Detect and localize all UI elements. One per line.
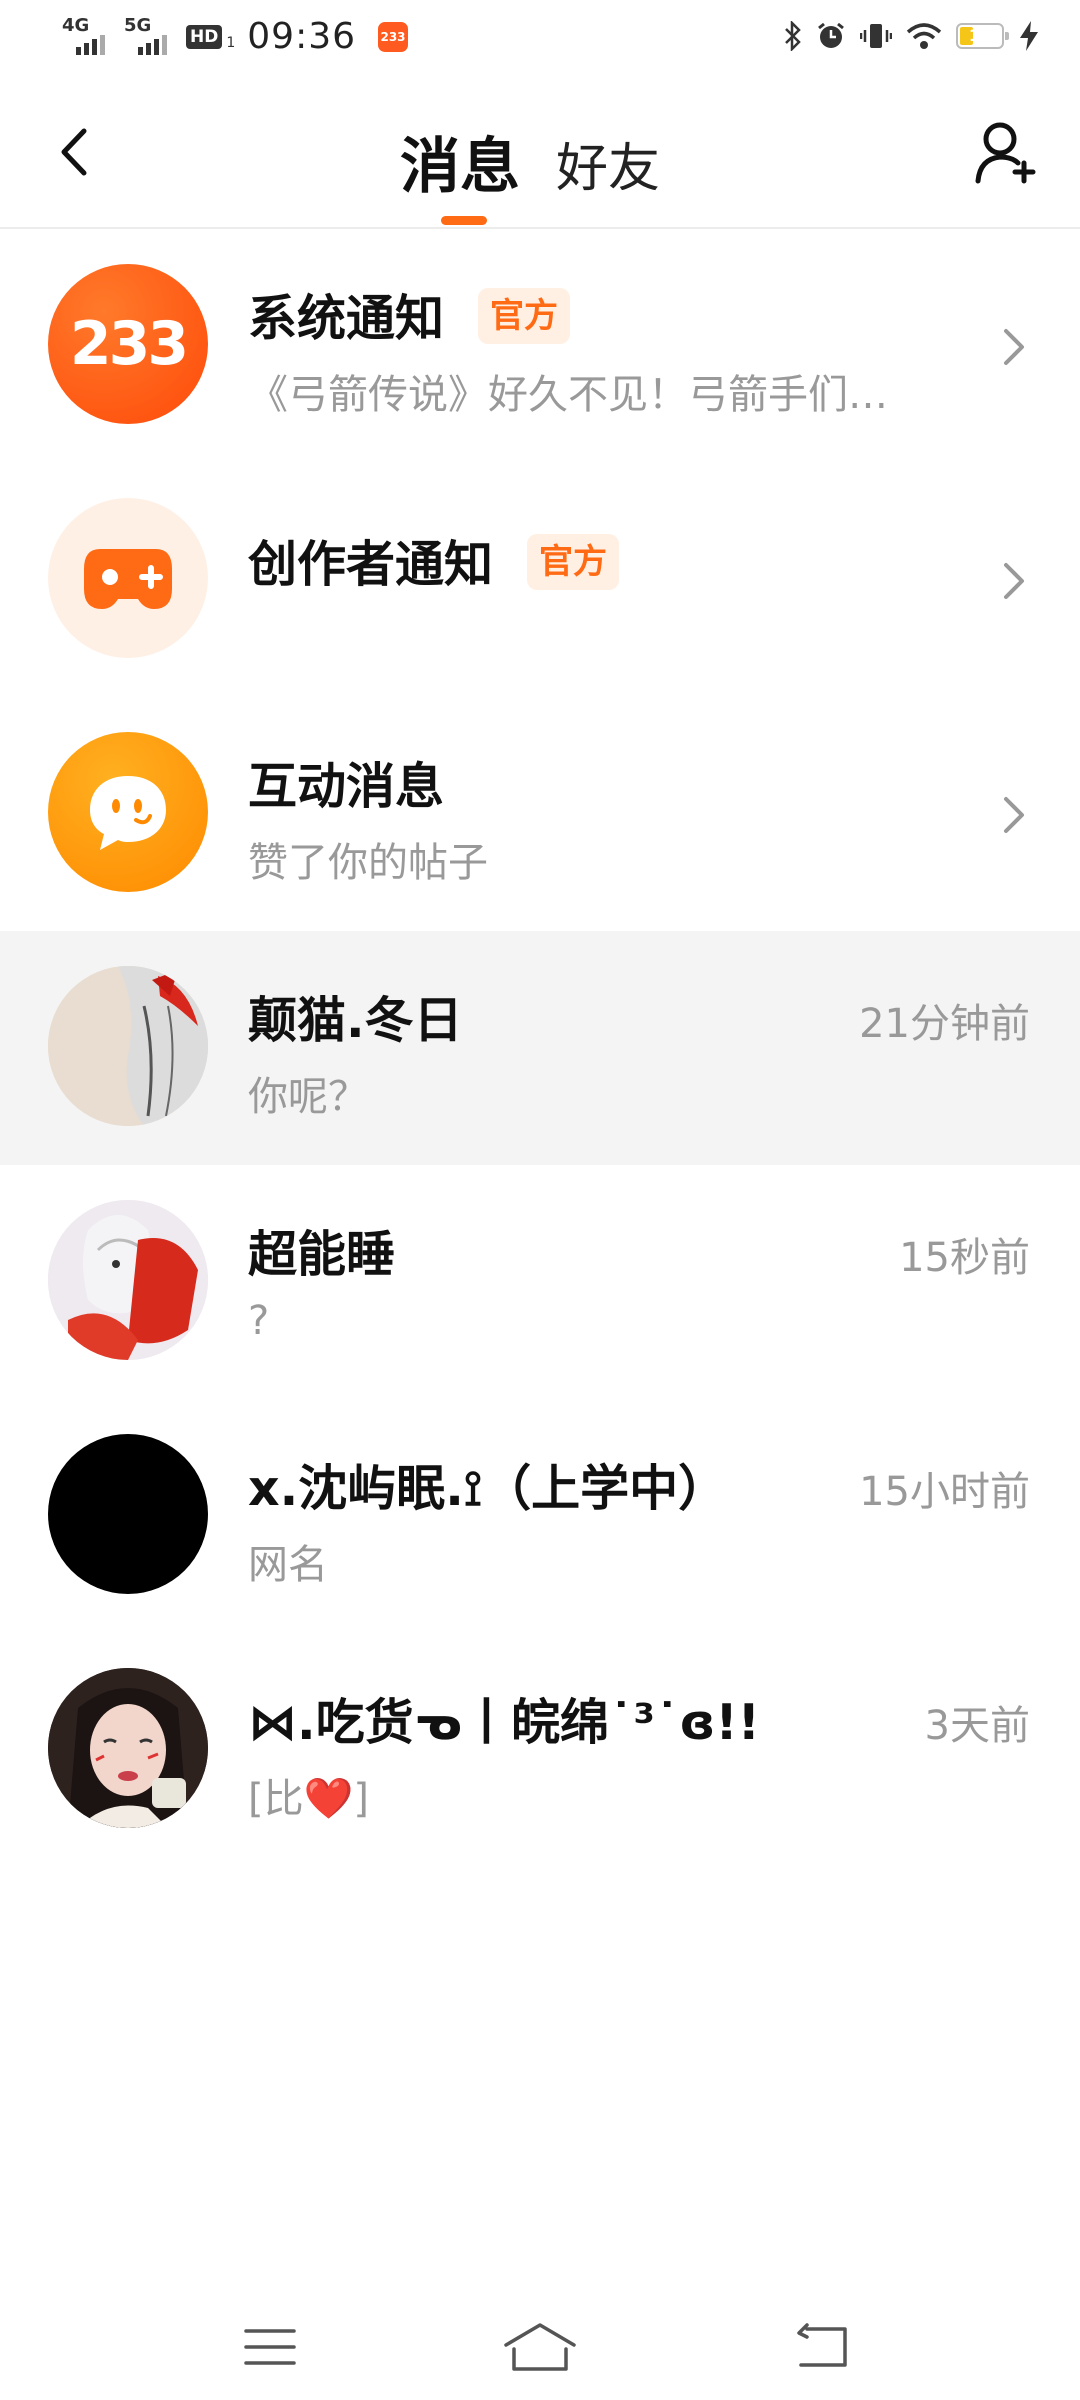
item-name: 超能睡: [248, 1226, 396, 1283]
official-badge: 官方: [478, 287, 571, 344]
tab-messages[interactable]: 消息: [400, 118, 520, 205]
item-time: 15小时前: [859, 1469, 1030, 1515]
list-item-creator-notifications[interactable]: 创作者通知 官方: [0, 463, 1080, 697]
item-name: 颠猫.冬日: [248, 992, 463, 1049]
item-time: 21分钟前: [859, 1001, 1030, 1047]
chat-item-shenyumian[interactable]: x.沈屿眠.⟟（上学中） 网名 15小时前: [0, 1399, 1080, 1633]
status-bar-left: 4G 5G HD 1 09:36 233: [62, 14, 409, 57]
battery-icon: 18: [956, 23, 1009, 49]
back-button[interactable]: [44, 122, 104, 182]
chat-item-chaonengshui[interactable]: 超能睡 ? 15秒前: [0, 1165, 1080, 1399]
item-name: x.沈屿眠.⟟（上学中）: [248, 1460, 728, 1517]
item-subtitle: 赞了你的帖子: [248, 840, 488, 886]
header: 消息 好友: [0, 84, 1080, 229]
item-name: ⋈.吃货ᓀ丨皖绵˙³˙ɞ!!: [248, 1694, 761, 1751]
clock: 09:36: [247, 16, 357, 57]
add-friend-icon: [975, 122, 1036, 184]
signal-5g-icon: 5G: [124, 14, 170, 57]
hd-voice-sub: 1: [226, 34, 236, 51]
item-subtitle: ?: [248, 1298, 270, 1344]
photo-avatar-image: [48, 1668, 208, 1828]
list-item-system-notifications[interactable]: 233 系统通知 官方 《弓箭传说》好久不见！弓箭手们…: [0, 229, 1080, 463]
item-time: 3天前: [924, 1703, 1030, 1749]
message-list: 233 系统通知 官方 《弓箭传说》好久不见！弓箭手们… 创作者通知 官方 互动消息…: [0, 229, 1080, 1867]
avatar: [48, 1668, 208, 1828]
chat-item-dianmao[interactable]: 颠猫.冬日 你呢？ 21分钟前: [0, 931, 1080, 1165]
signal-4g-icon: 4G: [62, 14, 108, 57]
bluetooth-icon: [785, 21, 801, 51]
chat-item-chihuo[interactable]: ⋈.吃货ᓀ丨皖绵˙³˙ɞ!! [比❤️] 3天前: [0, 1633, 1080, 1867]
system-navigation-bar: [0, 2290, 1080, 2400]
gamepad-icon: [84, 549, 172, 609]
avatar: [48, 966, 208, 1126]
item-subtitle: 《弓箭传说》好久不见！弓箭手们…: [248, 372, 888, 418]
wifi-icon: [906, 23, 942, 49]
item-name: 创作者通知 官方: [248, 525, 620, 596]
menu-icon: [244, 2329, 296, 2365]
nav-back-button[interactable]: [783, 2312, 863, 2382]
item-time: 15秒前: [899, 1235, 1030, 1281]
official-badge: 官方: [527, 533, 620, 590]
status-bar: 4G 5G HD 1 09:36 233 18: [0, 0, 1080, 84]
charging-icon: [1020, 21, 1038, 51]
alarm-icon: [818, 22, 844, 48]
nav-home-button[interactable]: [500, 2312, 580, 2382]
chevron-right-icon: [1004, 563, 1024, 599]
avatar: [48, 1434, 208, 1594]
chevron-right-icon: [1004, 329, 1024, 365]
vibrate-icon: [860, 24, 892, 48]
signal-5g-label: 5G: [124, 14, 152, 36]
item-name-text: 系统通知: [248, 290, 445, 347]
item-name: 互动消息: [248, 758, 445, 815]
nav-menu-button[interactable]: [230, 2312, 310, 2382]
avatar: [48, 1200, 208, 1360]
tab-friends[interactable]: 好友: [556, 126, 660, 201]
list-item-interaction-messages[interactable]: 互动消息 赞了你的帖子: [0, 697, 1080, 931]
signal-4g-label: 4G: [62, 14, 90, 36]
system-notification-avatar: 233: [48, 264, 208, 424]
add-friend-button[interactable]: [968, 114, 1044, 190]
anime-avatar-image: [48, 1200, 208, 1360]
back-arrow-icon: [61, 128, 87, 176]
battery-level: 18: [968, 26, 992, 45]
item-name-text: 创作者通知: [248, 536, 494, 593]
item-name: 系统通知 官方: [248, 279, 571, 350]
item-subtitle: [比❤️]: [248, 1776, 370, 1822]
anime-avatar-image: [48, 966, 208, 1126]
status-bar-right: 18: [784, 20, 1040, 52]
interaction-message-avatar: [48, 732, 208, 892]
creator-notification-avatar: [48, 498, 208, 658]
chat-bubble-icon: [90, 776, 166, 850]
app-233-notification-icon: 233: [378, 21, 409, 52]
item-subtitle: 你呢？: [248, 1074, 368, 1120]
item-subtitle: 网名: [248, 1542, 328, 1588]
avatar-233-logo: 233: [69, 309, 189, 379]
return-icon: [797, 2323, 847, 2367]
chevron-right-icon: [1004, 797, 1024, 833]
active-tab-indicator: [441, 216, 487, 225]
home-icon: [504, 2323, 576, 2371]
hd-voice-icon: HD: [186, 24, 223, 49]
